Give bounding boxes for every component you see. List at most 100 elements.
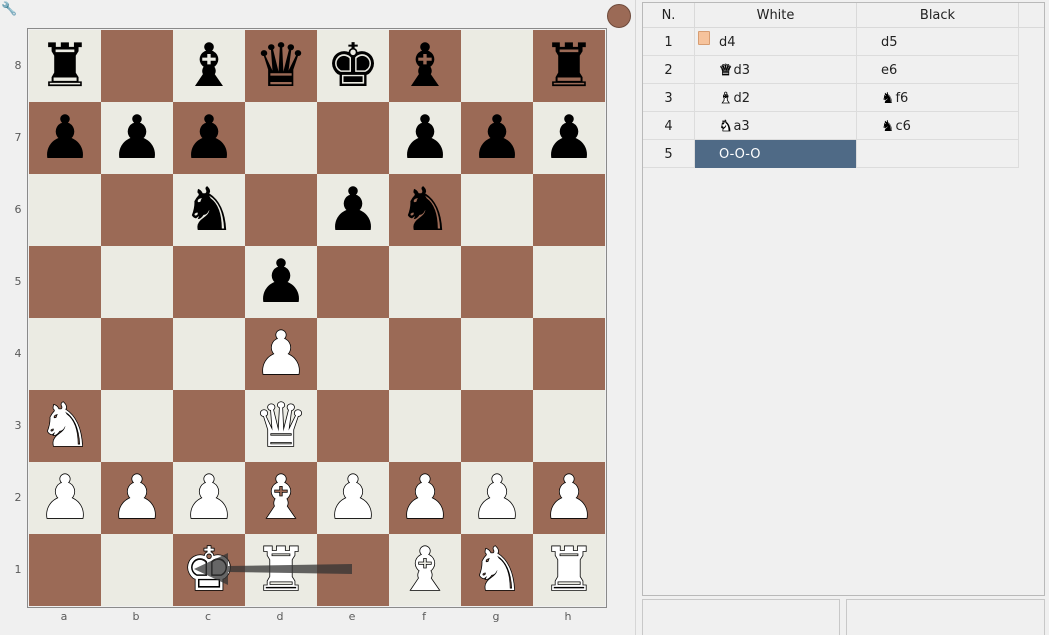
white-move-cell[interactable]: ♞ a3 <box>695 112 857 140</box>
square-f4[interactable] <box>389 318 461 390</box>
square-f2[interactable]: ♟ <box>389 462 461 534</box>
black-knight-icon[interactable]: ♞ <box>389 174 461 246</box>
square-f8[interactable]: ♝ <box>389 30 461 102</box>
white-pawn-icon[interactable]: ♟ <box>389 462 461 534</box>
square-e1[interactable] <box>317 534 389 606</box>
square-a2[interactable]: ♟ <box>29 462 101 534</box>
square-g7[interactable]: ♟ <box>461 102 533 174</box>
square-g2[interactable]: ♟ <box>461 462 533 534</box>
square-b8[interactable] <box>101 30 173 102</box>
square-b1[interactable] <box>101 534 173 606</box>
square-d5[interactable]: ♟ <box>245 246 317 318</box>
square-g4[interactable] <box>461 318 533 390</box>
square-b2[interactable]: ♟ <box>101 462 173 534</box>
square-b5[interactable] <box>101 246 173 318</box>
header-white[interactable]: White <box>695 3 857 28</box>
square-e7[interactable] <box>317 102 389 174</box>
black-bishop-icon[interactable]: ♝ <box>389 30 461 102</box>
square-g1[interactable]: ♞ <box>461 534 533 606</box>
square-c3[interactable] <box>173 390 245 462</box>
square-e2[interactable]: ♟ <box>317 462 389 534</box>
square-b3[interactable] <box>101 390 173 462</box>
header-number[interactable]: N. <box>643 3 695 28</box>
square-e5[interactable] <box>317 246 389 318</box>
square-h8[interactable]: ♜ <box>533 30 605 102</box>
black-move-cell[interactable]: ♞ c6 <box>857 112 1019 140</box>
square-d3[interactable]: ♛ <box>245 390 317 462</box>
black-pawn-icon[interactable]: ♟ <box>317 174 389 246</box>
square-h4[interactable] <box>533 318 605 390</box>
chess-board[interactable]: ♜ ♝ ♛ ♚ ♝ ♜ ♟ ♟ ♟ ♟ ♟ ♟ ♞ ♟ ♞ ♟ ♟ ♞ ♛ ♟ ♟ ♟ ♝ ♟ ♟ ♟ ♟ ♚ ♜ ♝ ♞ ♜ <box>27 28 607 608</box>
white-pawn-icon[interactable]: ♟ <box>245 318 317 390</box>
wrench-icon[interactable]: 🔧 <box>1 2 17 18</box>
white-queen-icon[interactable]: ♛ <box>245 390 317 462</box>
square-d4[interactable]: ♟ <box>245 318 317 390</box>
white-move-cell[interactable]: ♝ d2 <box>695 84 857 112</box>
square-c8[interactable]: ♝ <box>173 30 245 102</box>
white-move-cell[interactable]: ♛ d3 <box>695 56 857 84</box>
square-e4[interactable] <box>317 318 389 390</box>
square-a6[interactable] <box>29 174 101 246</box>
square-h7[interactable]: ♟ <box>533 102 605 174</box>
board-squares[interactable]: ♜ ♝ ♛ ♚ ♝ ♜ ♟ ♟ ♟ ♟ ♟ ♟ ♞ ♟ ♞ ♟ ♟ ♞ ♛ ♟ ♟ ♟ ♝ ♟ ♟ ♟ ♟ ♚ ♜ ♝ ♞ ♜ <box>29 30 605 606</box>
white-pawn-icon[interactable]: ♟ <box>173 462 245 534</box>
square-d1[interactable]: ♜ <box>245 534 317 606</box>
square-e8[interactable]: ♚ <box>317 30 389 102</box>
white-move-cell[interactable]: d4 <box>695 28 857 56</box>
black-queen-icon[interactable]: ♛ <box>245 30 317 102</box>
square-f6[interactable]: ♞ <box>389 174 461 246</box>
square-h3[interactable] <box>533 390 605 462</box>
square-c7[interactable]: ♟ <box>173 102 245 174</box>
black-move-cell[interactable]: d5 <box>857 28 1019 56</box>
white-knight-icon[interactable]: ♞ <box>29 390 101 462</box>
black-rook-icon[interactable]: ♜ <box>533 30 605 102</box>
square-a7[interactable]: ♟ <box>29 102 101 174</box>
square-c1[interactable]: ♚ <box>173 534 245 606</box>
square-g8[interactable] <box>461 30 533 102</box>
black-move-cell[interactable]: ♞ f6 <box>857 84 1019 112</box>
square-a1[interactable] <box>29 534 101 606</box>
square-d8[interactable]: ♛ <box>245 30 317 102</box>
white-rook-icon[interactable]: ♜ <box>245 534 317 606</box>
square-h5[interactable] <box>533 246 605 318</box>
square-d7[interactable] <box>245 102 317 174</box>
black-pawn-icon[interactable]: ♟ <box>173 102 245 174</box>
square-c2[interactable]: ♟ <box>173 462 245 534</box>
square-a5[interactable] <box>29 246 101 318</box>
black-pawn-icon[interactable]: ♟ <box>389 102 461 174</box>
square-b4[interactable] <box>101 318 173 390</box>
square-h1[interactable]: ♜ <box>533 534 605 606</box>
square-a8[interactable]: ♜ <box>29 30 101 102</box>
white-pawn-icon[interactable]: ♟ <box>101 462 173 534</box>
black-pawn-icon[interactable]: ♟ <box>533 102 605 174</box>
square-g6[interactable] <box>461 174 533 246</box>
black-pawn-icon[interactable]: ♟ <box>29 102 101 174</box>
white-move-cell[interactable]: O-O-O <box>695 140 857 168</box>
square-e3[interactable] <box>317 390 389 462</box>
black-pawn-icon[interactable]: ♟ <box>461 102 533 174</box>
white-bishop-icon[interactable]: ♝ <box>389 534 461 606</box>
black-king-icon[interactable]: ♚ <box>317 30 389 102</box>
square-d6[interactable] <box>245 174 317 246</box>
square-a4[interactable] <box>29 318 101 390</box>
square-f1[interactable]: ♝ <box>389 534 461 606</box>
black-pawn-icon[interactable]: ♟ <box>245 246 317 318</box>
black-move-cell[interactable]: e6 <box>857 56 1019 84</box>
black-bishop-icon[interactable]: ♝ <box>173 30 245 102</box>
square-b7[interactable]: ♟ <box>101 102 173 174</box>
white-knight-icon[interactable]: ♞ <box>461 534 533 606</box>
square-c6[interactable]: ♞ <box>173 174 245 246</box>
square-d2[interactable]: ♝ <box>245 462 317 534</box>
square-a3[interactable]: ♞ <box>29 390 101 462</box>
white-pawn-icon[interactable]: ♟ <box>29 462 101 534</box>
white-rook-icon[interactable]: ♜ <box>533 534 605 606</box>
white-pawn-icon[interactable]: ♟ <box>533 462 605 534</box>
square-g3[interactable] <box>461 390 533 462</box>
square-e6[interactable]: ♟ <box>317 174 389 246</box>
black-rook-icon[interactable]: ♜ <box>29 30 101 102</box>
square-f3[interactable] <box>389 390 461 462</box>
square-c5[interactable] <box>173 246 245 318</box>
black-pawn-icon[interactable]: ♟ <box>101 102 173 174</box>
white-pawn-icon[interactable]: ♟ <box>317 462 389 534</box>
black-knight-icon[interactable]: ♞ <box>173 174 245 246</box>
